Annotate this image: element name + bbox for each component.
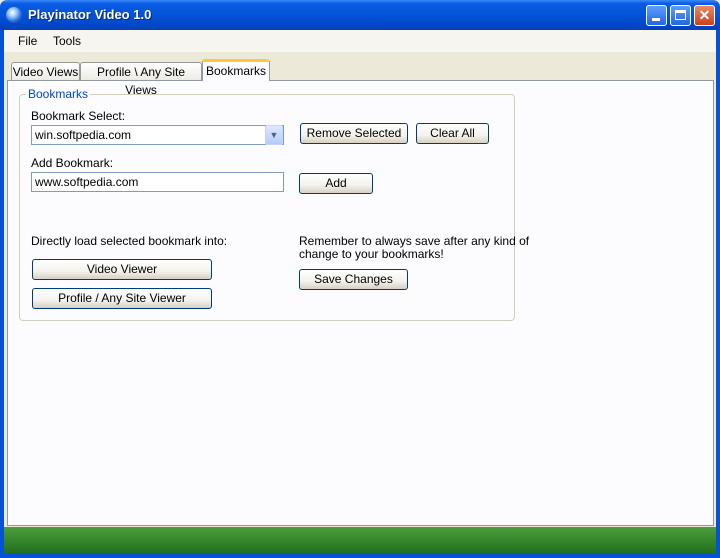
bookmark-select-dropdown[interactable]: win.softpedia.com — [31, 125, 284, 145]
save-note-line2: change to your bookmarks! — [299, 247, 444, 261]
title-bar[interactable]: Playinator Video 1.0 ✕ — [0, 0, 720, 30]
close-button[interactable]: ✕ — [694, 5, 715, 26]
add-button[interactable]: Add — [299, 173, 373, 194]
tab-profile-any-site-views[interactable]: Profile \ Any Site Views — [80, 62, 202, 97]
add-bookmark-label: Add Bookmark: — [31, 156, 114, 170]
bookmark-select-label: Bookmark Select: — [31, 109, 126, 123]
menu-tools[interactable]: Tools — [53, 34, 81, 48]
maximize-button[interactable] — [670, 5, 691, 26]
video-viewer-button[interactable]: Video Viewer — [32, 259, 212, 280]
close-icon: ✕ — [698, 7, 711, 23]
window-border-right — [716, 30, 720, 558]
app-logo-icon — [6, 7, 22, 23]
profile-any-site-viewer-button[interactable]: Profile / Any Site Viewer — [32, 288, 212, 309]
window-border-bottom — [0, 554, 720, 558]
menu-bar: File Tools — [4, 30, 716, 52]
clear-all-button[interactable]: Clear All — [416, 123, 489, 144]
tab-bookmarks[interactable]: Bookmarks — [202, 59, 270, 81]
minimize-icon — [652, 18, 660, 21]
status-bar — [4, 527, 716, 554]
save-note-line1: Remember to always save after any kind o… — [299, 234, 530, 248]
remove-selected-button[interactable]: Remove Selected — [300, 123, 408, 144]
minimize-button[interactable] — [646, 5, 667, 26]
dropdown-arrow-button[interactable]: ▼ — [265, 125, 283, 145]
maximize-icon — [675, 10, 686, 20]
menu-file[interactable]: File — [18, 34, 37, 48]
window-title: Playinator Video 1.0 — [28, 7, 152, 22]
chevron-down-icon: ▼ — [269, 130, 279, 140]
bookmarks-group-title: Bookmarks — [26, 87, 91, 101]
load-note-label: Directly load selected bookmark into: — [31, 234, 228, 248]
add-bookmark-field[interactable]: www.softpedia.com — [31, 172, 284, 192]
tab-video-views[interactable]: Video Views — [11, 62, 80, 80]
save-changes-button[interactable]: Save Changes — [299, 269, 408, 290]
